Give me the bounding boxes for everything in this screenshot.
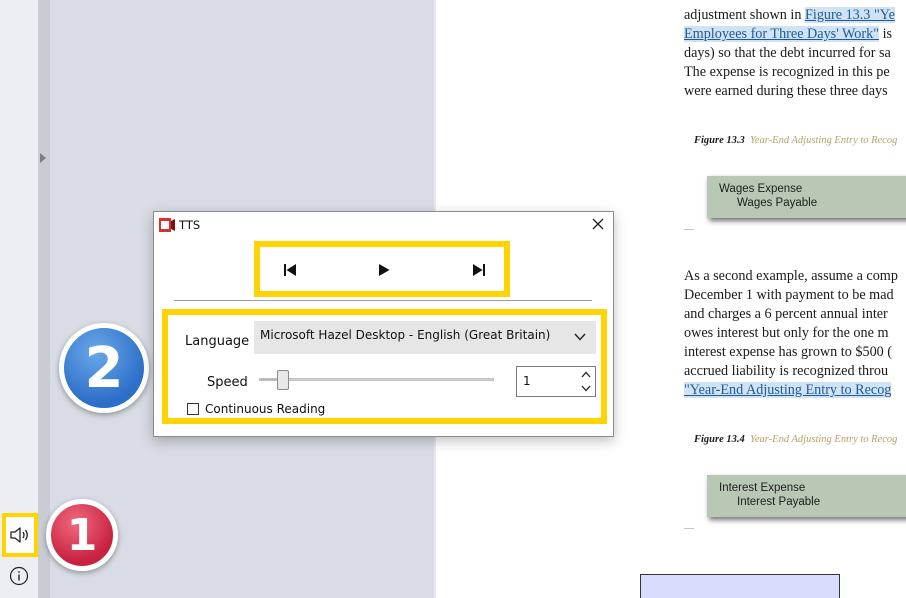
highlight-box [640, 574, 840, 598]
divider [684, 229, 694, 230]
entry-credit: Interest Payable [737, 496, 821, 508]
next-button[interactable] [469, 260, 489, 280]
tts-dialog: TTS Language Microsoft Hazel Desktop - E… [153, 211, 614, 437]
continuous-reading-label: Continuous Reading [205, 402, 326, 416]
figure-caption: Figure 13.3 Year-End Adjusting Entry to … [694, 135, 898, 146]
chevron-up-icon [581, 371, 590, 378]
doc-line: accrued liability is recognized throu [684, 363, 889, 379]
speed-label: Speed [207, 375, 248, 390]
language-label: Language [185, 334, 250, 349]
separator [174, 300, 592, 301]
language-dropdown[interactable]: Microsoft Hazel Desktop - English (Great… [254, 321, 596, 354]
doc-line: owes interest but only for the one m [684, 325, 889, 341]
left-toolbar [0, 0, 38, 598]
chevron-right-icon[interactable] [40, 153, 46, 163]
figure-link[interactable]: Figure 13.3 "Ye [804, 7, 895, 23]
journal-entry-box: Wages Expense Wages Payable [707, 176, 906, 218]
skip-previous-icon [284, 264, 296, 276]
app-icon [159, 218, 175, 232]
doc-line: and charges a 6 percent annual inter [684, 306, 888, 322]
info-icon [9, 566, 29, 586]
sidebar-splitter[interactable] [38, 0, 50, 598]
continuous-reading-checkbox[interactable] [187, 403, 199, 415]
playback-controls [254, 241, 510, 297]
dialog-title: TTS [179, 218, 201, 232]
previous-button[interactable] [280, 260, 300, 280]
doc-line: days) so that the debt incurred for sa [684, 45, 891, 61]
doc-line: interest expense has grown to $500 ( [684, 344, 893, 360]
play-icon [379, 264, 390, 276]
doc-line: were earned during these three days [684, 83, 888, 99]
speed-slider-thumb[interactable] [276, 370, 289, 390]
figure-link[interactable]: "Year-End Adjusting Entry to Recog [684, 382, 892, 398]
doc-line: adjustment shown in Figure 13.3 "Ye [684, 7, 895, 23]
speed-down-button[interactable] [577, 382, 594, 395]
entry-credit: Wages Payable [737, 197, 818, 209]
tts-settings: Language Microsoft Hazel Desktop - Engli… [162, 309, 607, 424]
journal-entry-box: Interest Expense Interest Payable [707, 475, 906, 517]
doc-line: As a second example, assume a comp [684, 268, 898, 284]
speaker-icon [10, 527, 28, 543]
language-value: Microsoft Hazel Desktop - English (Great… [260, 328, 551, 342]
figure-link[interactable]: Employees for Three Days' Work" [684, 26, 880, 42]
step-badge-1: 1 [46, 499, 118, 571]
doc-line: "Year-End Adjusting Entry to Recog [684, 382, 892, 399]
doc-line: The expense is recognized in this pe [684, 64, 890, 80]
speed-up-button[interactable] [577, 368, 594, 381]
chevron-down-icon [581, 385, 590, 392]
skip-next-icon [473, 264, 485, 276]
figure-caption: Figure 13.4 Year-End Adjusting Entry to … [694, 434, 898, 445]
speed-slider-track[interactable] [259, 378, 494, 381]
step-badge-2: 2 [59, 323, 149, 413]
entry-debit: Interest Expense [719, 482, 806, 494]
info-button[interactable] [9, 566, 29, 586]
read-aloud-button[interactable] [2, 513, 38, 557]
speed-value: 1 [523, 374, 531, 388]
doc-line: December 1 with payment to be mad [684, 287, 894, 303]
speed-stepper[interactable]: 1 [516, 366, 596, 397]
close-icon[interactable] [591, 217, 605, 231]
entry-debit: Wages Expense [719, 183, 803, 195]
chevron-down-icon [574, 333, 586, 341]
divider [684, 528, 694, 529]
play-button[interactable] [374, 260, 394, 280]
doc-line: Employees for Three Days' Work" is [684, 26, 893, 42]
